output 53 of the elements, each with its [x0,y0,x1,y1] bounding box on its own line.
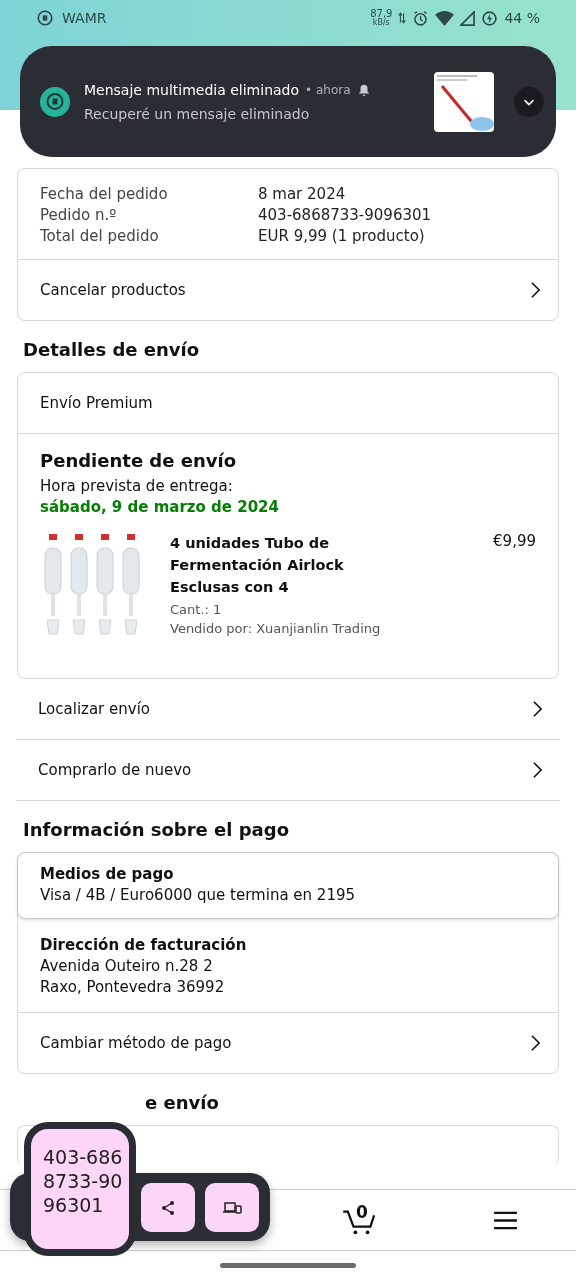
chevron-right-icon [532,700,543,718]
payment-method: Visa / 4B / Euro6000 que termina en 2195 [40,886,357,904]
address-line: Avenida Outeiro n.28 2 [40,957,214,975]
field-label: Fecha del pedido [40,185,169,203]
price: €9,99 [493,532,536,550]
wifi-icon [435,10,455,26]
app-name: WAMR [62,10,107,26]
address-line: Raxo, Pontevedra 36992 [40,978,226,996]
cart-count: 0 [356,1202,368,1222]
field-label: Dirección de facturación [40,936,248,954]
chevron-right-icon [530,281,541,299]
alarm-icon [412,9,430,27]
share-button[interactable] [141,1183,195,1232]
app-icon [40,86,70,117]
change-payment-row[interactable]: Cambiar método de pago [18,1013,558,1073]
battery-icon [481,9,499,27]
signal-icon [460,10,476,26]
notification-body: Recuperé un mensaje eliminado [84,105,311,122]
notification-time: • ahora [305,82,351,97]
seller: Vendido por: Xuanjianlin Trading [170,621,382,636]
product-title[interactable]: 4 unidades Tubo de Fermentación Airlock Esclusas con 4 [170,532,405,598]
menu-icon[interactable] [493,1211,518,1230]
notification-card[interactable]: Mensaje multimedia eliminado • ahora Recuperé un mensaje eliminado [20,46,556,157]
delivery-date: sábado, 9 de marzo de 2024 [40,498,280,516]
quantity: Cant.: 1 [170,602,223,617]
field-value: 403-6868733-9096301 [258,206,432,224]
expand-button[interactable] [514,86,544,117]
field-label: Medios de pago [40,865,175,883]
field-value: EUR 9,99 (1 producto) [258,227,425,245]
shipping-service: Envío Premium [40,394,153,412]
shipment-status: Pendiente de envío [40,450,238,471]
notification-title: Mensaje multimedia eliminado [84,81,300,98]
clipboard-text[interactable]: 403-686 8733-90 96301 [24,1122,136,1256]
cancel-products-row[interactable]: Cancelar productos [18,260,558,320]
section-heading: Detalles de envío [22,338,201,362]
field-label: Total del pedido [40,227,160,245]
app-icon [36,9,54,27]
action-row[interactable]: Localizar envío [16,679,560,740]
chevron-right-icon [532,761,543,779]
share-icon [160,1199,176,1216]
chevron-right-icon [530,1034,541,1052]
section-heading: Información sobre el pago [22,818,291,842]
battery-level: 44 % [504,10,540,26]
section-heading: e envío [144,1091,220,1115]
action-row[interactable]: Comprarlo de nuevo [16,740,560,801]
devices-icon [222,1199,242,1216]
network-speed: 87,9 kB/s [370,9,393,27]
bell-icon [356,82,371,97]
field-value: 8 mar 2024 [258,185,346,203]
field-label: Pedido n.º [40,206,118,224]
data-transfer-icon [398,11,407,25]
delivery-label: Hora prevista de entrega: [40,477,234,495]
devices-button[interactable] [205,1183,259,1232]
